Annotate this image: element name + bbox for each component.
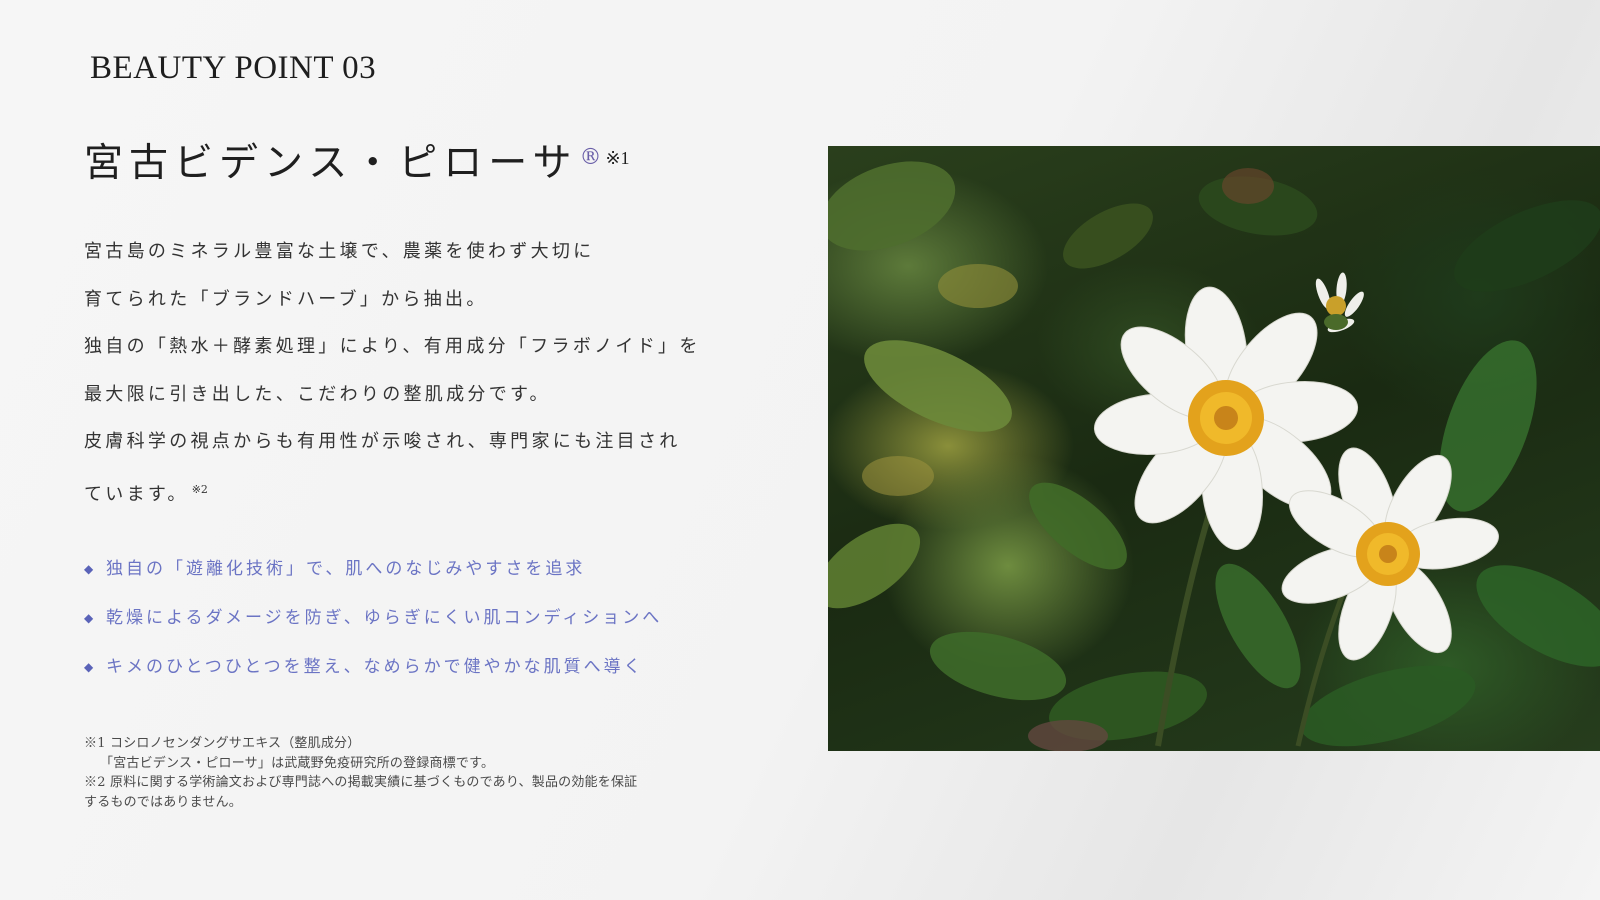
description-line: 皮膚科学の視点からも有用性が示唆され、専門家にも注目され xyxy=(84,431,681,453)
title-text: 宮古ビデンス・ピローサ xyxy=(84,141,578,186)
registered-mark: ® xyxy=(579,145,602,170)
description-line-last: ています。 ※2 xyxy=(84,466,724,519)
diamond-bullet-icon: ◆ xyxy=(84,660,97,674)
feature-item: ◆ 乾燥によるダメージを防ぎ、ゆらぎにくい肌コンディションへ xyxy=(84,606,662,655)
section-label: BEAUTY POINT 03 xyxy=(90,50,377,86)
description-line: 最大限に引き出した、こだわりの整肌成分です。 xyxy=(84,383,551,405)
description-line: ています。 xyxy=(84,483,189,505)
footnote: ※1 コシロノセンダングサエキス（整肌成分） xyxy=(84,736,361,751)
description-line: 宮古島のミネラル豊富な土壌で、農薬を使わず大切に xyxy=(84,241,595,262)
description-line: 育てられた「ブランドハーブ」から抽出。 xyxy=(84,288,488,310)
description-line: 独自の「熱水＋酵素処理」により、有用成分「フラボノイド」を xyxy=(84,336,701,358)
bidens-flower-illustration xyxy=(828,161,1600,751)
diamond-bullet-icon: ◆ xyxy=(84,562,97,576)
footnote: ※2 原料に関する学術論文および専門誌への掲載実績に基づくものであり、製品の効能… xyxy=(84,775,638,791)
feature-item: ◆ キメのひとつひとつを整え、なめらかで健やかな肌質へ導く xyxy=(84,655,662,704)
footnotes: ※1 コシロノセンダングサエキス（整肌成分） 「宮古ビデンス・ピローサ」は武蔵野… xyxy=(84,734,684,812)
feature-list: ◆ 独自の「遊離化技術」で、肌へのなじみやすさを追求 ◆ 乾燥によるダメージを防ぎ、… xyxy=(84,557,662,704)
page-title: 宮古ビデンス・ピローサ® ※1 xyxy=(84,132,630,188)
feature-text: 乾燥によるダメージを防ぎ、ゆらぎにくい肌コンディションへ xyxy=(106,608,663,628)
description-note-mark: ※2 xyxy=(191,482,208,496)
description: 宮古島のミネラル豊富な土壌で、農薬を使わず大切に 育てられた「ブランドハーブ」か… xyxy=(84,228,724,519)
footnote: 「宮古ビデンス・ピローサ」は武蔵野免疫研究所の登録商標です。 xyxy=(100,755,495,771)
flower-bud xyxy=(1315,272,1364,333)
flower-photo xyxy=(828,146,1600,751)
feature-item: ◆ 独自の「遊離化技術」で、肌へのなじみやすさを追求 xyxy=(84,557,662,606)
footnote: するものではありません。 xyxy=(84,794,243,810)
diamond-bullet-icon: ◆ xyxy=(84,611,97,625)
title-note-mark: ※1 xyxy=(605,148,630,168)
feature-text: 独自の「遊離化技術」で、肌へのなじみやすさを追求 xyxy=(106,559,586,579)
feature-text: キメのひとつひとつを整え、なめらかで健やかな肌質へ導く xyxy=(106,657,644,677)
